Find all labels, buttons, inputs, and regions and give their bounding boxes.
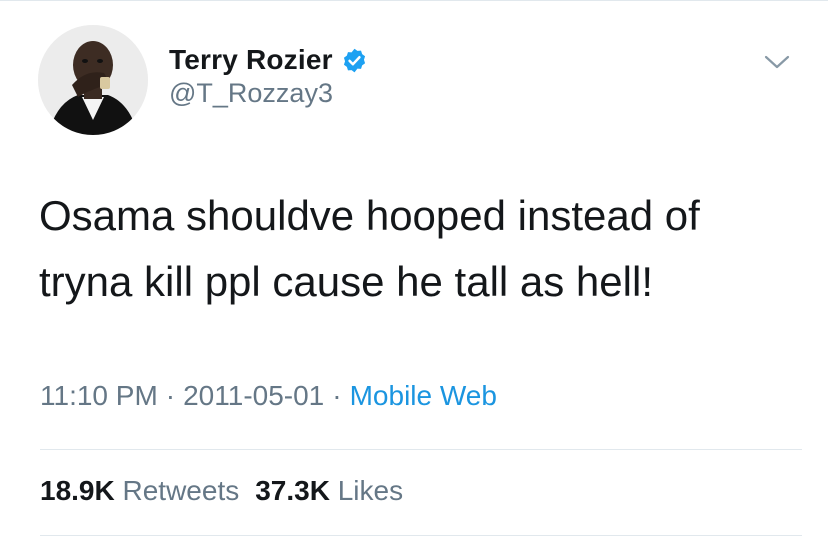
likes-label: Likes [337, 475, 404, 506]
display-name[interactable]: Terry Rozier [169, 44, 333, 76]
retweets-count: 18.9K [40, 475, 115, 506]
tweet-date[interactable]: 2011-05-01 [183, 380, 324, 411]
profile-photo [38, 25, 148, 135]
top-divider [0, 0, 828, 1]
retweets-label: Retweets [122, 475, 240, 506]
chevron-down-icon[interactable] [762, 50, 792, 74]
tweet-source-link[interactable]: Mobile Web [350, 380, 497, 411]
tweet-meta: 11:10 PM · 2011-05-01 · Mobile Web [40, 380, 497, 412]
author-handle[interactable]: @T_Rozzay3 [169, 78, 333, 109]
meta-separator: · [332, 380, 342, 411]
meta-separator: · [165, 380, 176, 411]
verified-badge-icon [341, 47, 368, 74]
avatar[interactable] [38, 25, 148, 135]
likes-count: 37.3K [255, 475, 330, 506]
divider [40, 535, 802, 536]
divider [40, 449, 802, 450]
likes-stat[interactable]: 37.3K Likes [255, 475, 403, 506]
retweets-stat[interactable]: 18.9K Retweets [40, 475, 239, 506]
tweet-time[interactable]: 11:10 PM [40, 380, 158, 411]
author-name-row[interactable]: Terry Rozier [169, 40, 368, 80]
tweet-stats: 18.9K Retweets 37.3K Likes [40, 475, 419, 507]
tweet-text: Osama shouldve hooped instead of tryna k… [39, 192, 700, 305]
